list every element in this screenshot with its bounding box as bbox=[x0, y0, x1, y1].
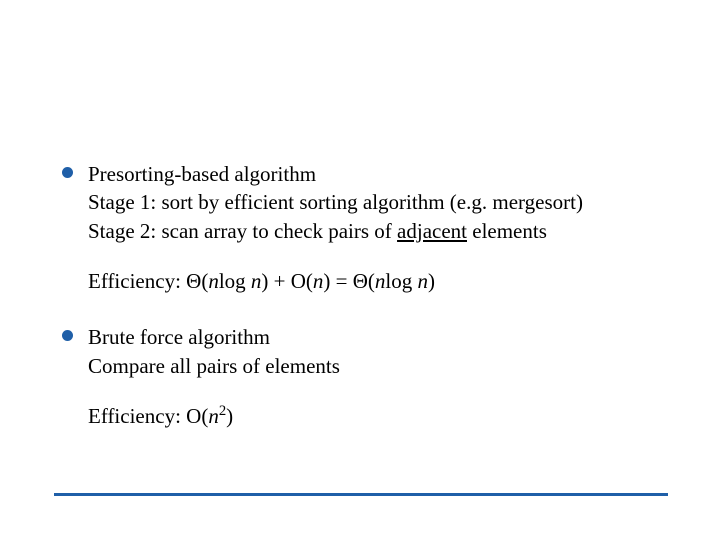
var-n: n bbox=[208, 404, 219, 428]
var-n: n bbox=[375, 269, 386, 293]
text: Θ( bbox=[186, 269, 208, 293]
bullet-line: Compare all pairs of elements bbox=[88, 352, 680, 380]
text: log bbox=[385, 269, 417, 293]
text: ) bbox=[428, 269, 435, 293]
slide: Presorting-based algorithm Stage 1: sort… bbox=[0, 0, 720, 540]
bullet-presorting: Presorting-based algorithm Stage 1: sort… bbox=[62, 160, 680, 295]
text: ) bbox=[226, 404, 233, 428]
text: log bbox=[219, 269, 251, 293]
text: Efficiency: O( bbox=[88, 404, 208, 428]
efficiency-line: Efficiency: O(n2) bbox=[88, 402, 680, 430]
text: ) = Θ( bbox=[323, 269, 375, 293]
footer-divider bbox=[54, 493, 668, 496]
text: elements bbox=[467, 219, 547, 243]
bullet-line: Stage 2: scan array to check pairs of ad… bbox=[88, 217, 680, 245]
bullet-bruteforce: Brute force algorithm Compare all pairs … bbox=[62, 323, 680, 430]
text: Efficiency: bbox=[88, 269, 186, 293]
bullet-icon bbox=[62, 330, 73, 341]
var-n: n bbox=[313, 269, 324, 293]
bullet-line: Stage 1: sort by efficient sorting algor… bbox=[88, 188, 680, 216]
bullet-icon bbox=[62, 167, 73, 178]
efficiency-line: Efficiency: Θ(nlog n) + O(n) = Θ(nlog n) bbox=[88, 267, 680, 295]
bullet-title: Brute force algorithm bbox=[88, 323, 680, 351]
var-n: n bbox=[208, 269, 219, 293]
slide-content: Presorting-based algorithm Stage 1: sort… bbox=[62, 160, 680, 458]
var-n: n bbox=[251, 269, 262, 293]
text: ) + O( bbox=[261, 269, 313, 293]
text: Stage 2: scan array to check pairs of bbox=[88, 219, 397, 243]
bullet-title: Presorting-based algorithm bbox=[88, 160, 680, 188]
var-n: n bbox=[418, 269, 429, 293]
underlined-word: adjacent bbox=[397, 219, 467, 243]
